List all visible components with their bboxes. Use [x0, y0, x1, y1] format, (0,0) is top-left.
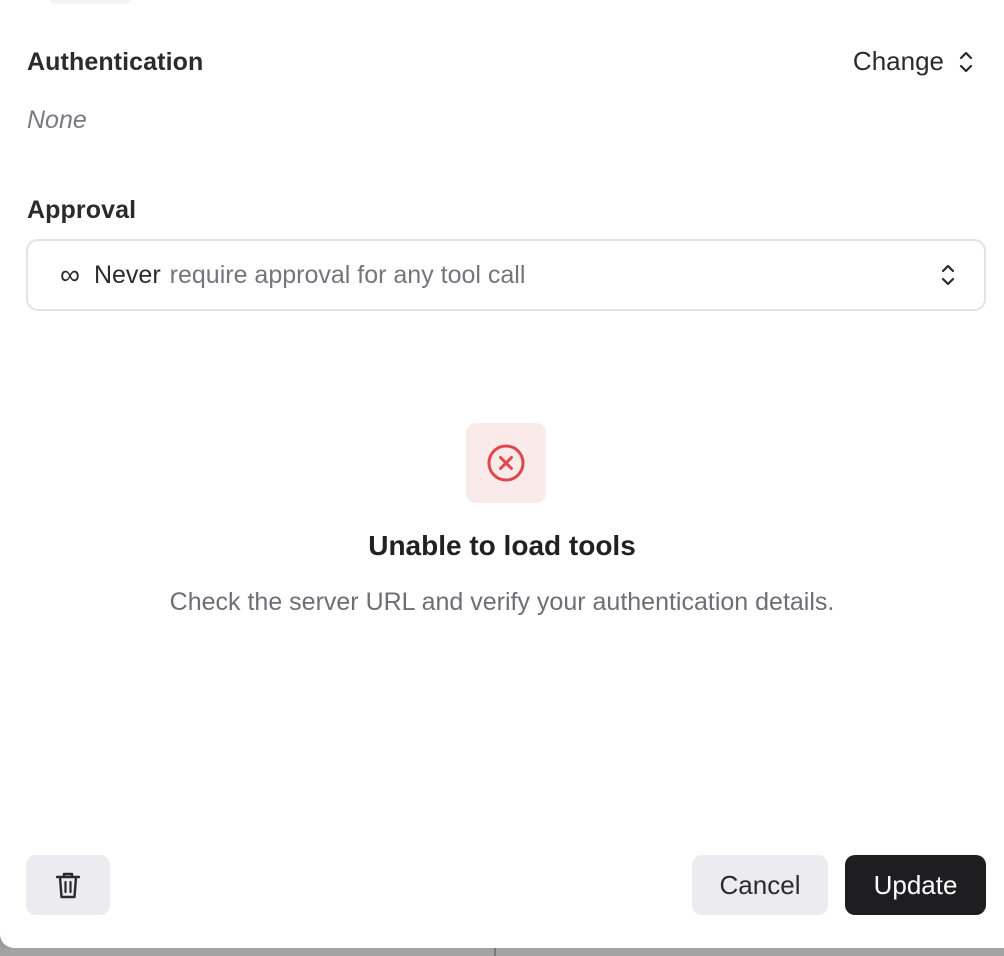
error-title: Unable to load tools — [368, 530, 636, 561]
error-icon-container — [466, 423, 546, 503]
delete-button[interactable] — [26, 855, 110, 915]
edit-server-dialog: Authentication Change None Approval ∞ Ne… — [0, 0, 1004, 948]
x-circle-icon — [487, 444, 525, 482]
authentication-title: Authentication — [27, 48, 204, 76]
background-divider — [494, 948, 496, 956]
top-stub — [48, 0, 132, 4]
error-description: Check the server URL and verify your aut… — [169, 588, 835, 616]
approval-selected-description: require approval for any tool call — [169, 260, 526, 289]
change-authentication-button[interactable]: Change — [853, 46, 974, 77]
infinity-icon: ∞ — [60, 259, 80, 290]
cancel-button[interactable]: Cancel — [692, 855, 828, 915]
update-button[interactable]: Update — [845, 855, 986, 915]
approval-selected-value: Never — [93, 260, 161, 289]
chevron-up-down-icon — [941, 264, 955, 286]
chevron-up-down-icon — [959, 51, 973, 72]
trash-icon — [55, 872, 81, 899]
approval-select[interactable]: ∞ Never require approval for any tool ca… — [26, 239, 986, 311]
authentication-value: None — [27, 106, 87, 134]
background-strip — [0, 948, 1004, 956]
change-label: Change — [852, 46, 944, 76]
approval-title: Approval — [27, 196, 137, 224]
